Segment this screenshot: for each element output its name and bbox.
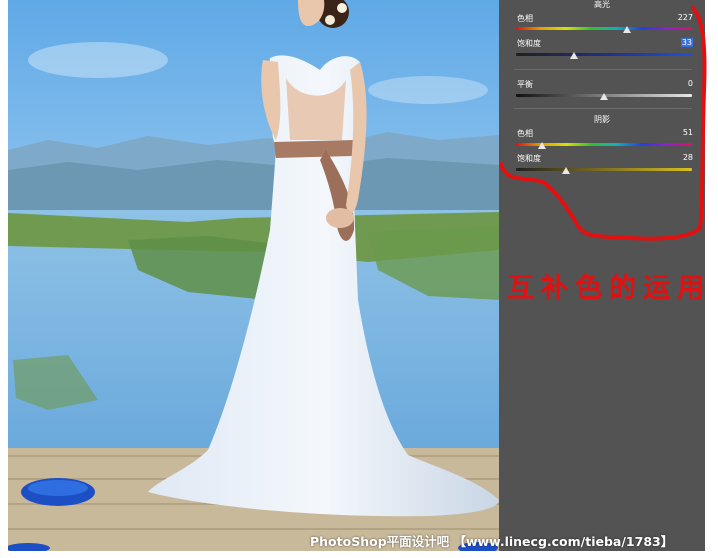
highlights-saturation-value[interactable]: 33 [680,38,693,47]
balance-value[interactable]: 0 [653,79,693,88]
watermark-text: PhotoShop平面设计吧 【www.linecg.com/tieba/178… [310,534,674,549]
section-divider [514,108,692,109]
shadows-saturation-label: 饱和度 [517,154,541,163]
highlights-hue-value[interactable]: 227 [653,13,693,22]
highlights-hue-label: 色相 [517,14,533,23]
shadows-saturation-value[interactable]: 28 [653,153,693,162]
section-divider [514,69,692,70]
highlights-title: 高光 [594,0,610,9]
annotation-caption: 互补色的运用 [507,273,711,304]
highlights-saturation-slider[interactable] [516,53,692,56]
shadows-saturation-slider[interactable] [516,168,692,171]
photo-preview [8,0,499,551]
shadows-hue-value[interactable]: 51 [653,128,693,137]
highlights-hue-slider-thumb[interactable] [623,26,631,33]
balance-slider-thumb[interactable] [600,93,608,100]
canvas-margin-bottom [0,551,718,558]
highlights-saturation-label: 饱和度 [517,39,541,48]
shadows-hue-label: 色相 [517,129,533,138]
shadows-saturation-slider-thumb[interactable] [562,167,570,174]
shadows-title: 阴影 [594,115,610,124]
highlights-hue-slider[interactable] [516,27,692,30]
highlights-saturation-slider-thumb[interactable] [570,52,578,59]
balance-label: 平衡 [517,80,533,89]
shadows-hue-slider-thumb[interactable] [538,142,546,149]
bride-photo [8,0,499,551]
